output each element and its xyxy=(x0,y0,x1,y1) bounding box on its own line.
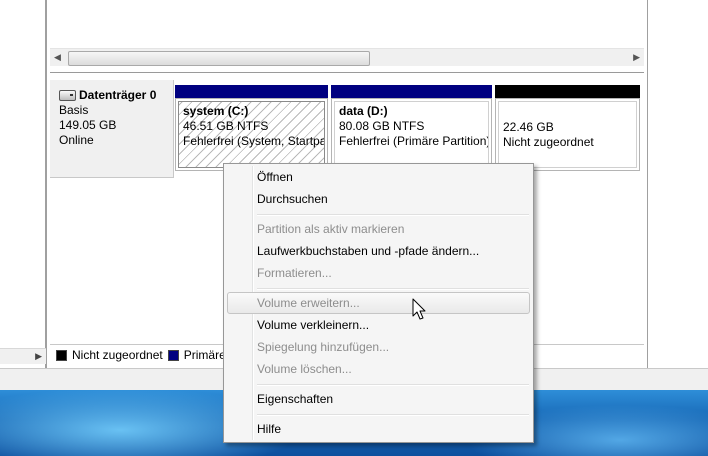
disk-size: 149.05 GB xyxy=(59,118,117,132)
chevron-right-icon[interactable]: ▶ xyxy=(35,351,42,362)
mouse-pointer-icon xyxy=(412,298,426,320)
menu-item-delete-volume[interactable]: Volume löschen... xyxy=(227,358,530,380)
partition-status: Nicht zugeordnet xyxy=(503,135,594,149)
unallocated-body: 22.46 GB Nicht zugeordnet xyxy=(498,101,637,168)
menu-item-open[interactable]: Öffnen xyxy=(227,166,530,188)
scrollbar-thumb[interactable] xyxy=(68,51,370,66)
left-pane-scrollbar[interactable]: ▶ xyxy=(0,348,46,364)
disk-info-panel[interactable]: Datenträger 0 Basis 149.05 GB Online xyxy=(50,80,174,178)
volume-list[interactable] xyxy=(50,0,644,48)
partition-size: 22.46 GB xyxy=(503,120,554,134)
menu-separator xyxy=(257,214,529,216)
menu-separator xyxy=(257,384,529,386)
hard-disk-icon xyxy=(59,89,76,101)
disk-status: Online xyxy=(59,133,94,147)
partition-d[interactable]: data (D:) 80.08 GB NTFS Fehlerfrei (Prim… xyxy=(331,98,492,171)
horizontal-scrollbar[interactable]: ◀ ▶ xyxy=(50,48,644,66)
menu-item-mark-active[interactable]: Partition als aktiv markieren xyxy=(227,218,530,240)
menu-item-add-mirror[interactable]: Spiegelung hinzufügen... xyxy=(227,336,530,358)
menu-item-change-drive-letter[interactable]: Laufwerkbuchstaben und -pfade ändern... xyxy=(227,240,530,262)
menu-item-properties[interactable]: Eigenschaften xyxy=(227,388,530,410)
legend-swatch-primary xyxy=(167,349,179,361)
partition-name: data (D:) xyxy=(339,104,388,118)
menu-item-help[interactable]: Hilfe xyxy=(227,418,530,440)
legend-label-unallocated: Nicht zugeordnet xyxy=(72,348,163,362)
context-menu: Öffnen Durchsuchen Partition als aktiv m… xyxy=(223,163,534,443)
partition-status: Fehlerfrei (Primäre Partition) xyxy=(339,134,489,148)
partition-size: 80.08 GB NTFS xyxy=(339,119,425,133)
partition-d-body: data (D:) 80.08 GB NTFS Fehlerfrei (Prim… xyxy=(334,101,489,168)
partition-size: 46.51 GB NTFS xyxy=(183,119,269,133)
chevron-right-icon[interactable]: ▶ xyxy=(633,52,640,63)
legend-swatch-unallocated xyxy=(56,349,67,361)
disk-title: Datenträger 0 xyxy=(59,88,173,102)
unallocated-color-bar xyxy=(495,85,640,98)
disk-name: Datenträger 0 xyxy=(79,88,157,102)
menu-separator xyxy=(257,288,529,290)
legend-label-primary: Primäre xyxy=(183,348,226,362)
partition-d-color-bar xyxy=(331,85,492,98)
partition-c-color-bar xyxy=(175,85,328,98)
right-strip xyxy=(648,0,708,368)
partition-status: Fehlerfrei (System, Startpar xyxy=(183,134,325,148)
partition-c-body: system (C:) 46.51 GB NTFS Fehlerfrei (Sy… xyxy=(178,101,325,168)
menu-item-browse[interactable]: Durchsuchen xyxy=(227,188,530,210)
disk-type: Basis xyxy=(59,103,89,117)
menu-item-format[interactable]: Formatieren... xyxy=(227,262,530,284)
unallocated-space[interactable]: 22.46 GB Nicht zugeordnet xyxy=(495,98,640,171)
partition-c[interactable]: system (C:) 46.51 GB NTFS Fehlerfrei (Sy… xyxy=(175,98,328,171)
menu-item-shrink-volume[interactable]: Volume verkleinern... xyxy=(227,314,530,336)
partition-name: system (C:) xyxy=(183,104,249,118)
chevron-left-icon[interactable]: ◀ xyxy=(54,52,61,63)
menu-separator xyxy=(257,414,529,416)
menu-item-extend-volume[interactable]: Volume erweitern... xyxy=(227,292,530,314)
left-pane xyxy=(0,0,46,368)
